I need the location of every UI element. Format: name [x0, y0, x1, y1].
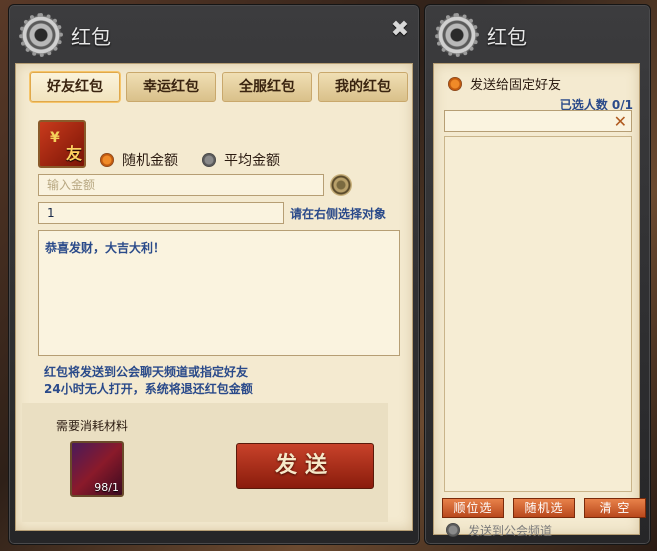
material-label: 需要消耗材料	[56, 419, 129, 433]
radio-unselected-icon	[202, 153, 216, 167]
gear-icon	[435, 13, 479, 57]
selection-button-row: 顺位选 随机选 清 空	[442, 498, 646, 518]
message-textarea[interactable]: 恭喜发财，大吉大利！	[38, 230, 400, 356]
send-button[interactable]: 发送	[236, 443, 374, 489]
window-title: 红包	[487, 25, 527, 49]
info-note-line1: 红包将发送到公会聊天频道或指定好友	[44, 365, 249, 379]
radio-average-label: 平均金额	[224, 153, 280, 169]
material-count: 98/1	[94, 481, 119, 494]
radio-random-amount[interactable]: 随机金额	[100, 150, 178, 170]
tab-lucky-packet[interactable]: 幸运红包	[126, 72, 216, 102]
tab-friend-packet[interactable]: 好友红包	[30, 72, 120, 102]
close-icon[interactable]: ✖	[389, 19, 411, 41]
title-bar: 红包	[425, 5, 650, 59]
tab-my-packet[interactable]: 我的红包	[318, 72, 408, 102]
sequential-select-button[interactable]: 顺位选	[442, 498, 504, 518]
info-note-line2: 24小时无人打开，系统将退还红包金额	[44, 382, 253, 396]
target-panel: 发送给固定好友 已选人数 0/1 ✕ 顺位选 随机选 清 空 发送到公会频道	[433, 63, 646, 538]
radio-unselected-icon	[446, 523, 460, 537]
radio-selected-icon	[448, 77, 462, 91]
guild-channel-label: 发送到公会频道	[468, 524, 553, 538]
item-icon-text: 友	[65, 144, 82, 163]
material-item-icon[interactable]: 98/1	[70, 441, 124, 497]
clear-search-icon[interactable]: ✕	[614, 112, 627, 131]
title-bar: 红包 ✖	[9, 5, 419, 59]
red-packet-window: 红包 ✖ 好友红包 幸运红包 全服红包 我的红包 ¥ 友 随机金额 平均金额 输…	[8, 4, 420, 545]
fixed-friend-label: 发送给固定好友	[470, 78, 562, 93]
radio-average-amount[interactable]: 平均金额	[202, 150, 280, 170]
content-panel: 好友红包 幸运红包 全服红包 我的红包 ¥ 友 随机金额 平均金额 输入金额 1…	[15, 63, 413, 531]
coin-icon[interactable]	[330, 174, 352, 196]
window-title: 红包	[71, 25, 111, 49]
material-section: 需要消耗材料 98/1 发送	[22, 403, 388, 522]
radio-selected-icon	[100, 153, 114, 167]
radio-fixed-friend[interactable]: 发送给固定好友	[448, 74, 561, 93]
radio-random-label: 随机金额	[122, 153, 178, 169]
random-select-button[interactable]: 随机选	[513, 498, 575, 518]
gear-icon	[19, 13, 63, 57]
count-input[interactable]: 1	[38, 202, 284, 224]
friend-packet-icon: ¥ 友	[38, 120, 86, 168]
friend-search-input[interactable]: ✕	[444, 110, 632, 132]
target-select-window: 红包 发送给固定好友 已选人数 0/1 ✕ 顺位选 随机选 清 空 发送到公会频…	[424, 4, 651, 545]
radio-guild-channel[interactable]: 发送到公会频道	[446, 522, 552, 539]
tab-server-packet[interactable]: 全服红包	[222, 72, 312, 102]
select-target-hint: 请在右侧选择对象	[290, 207, 387, 221]
friend-list[interactable]	[444, 136, 632, 492]
tab-bar: 好友红包 幸运红包 全服红包 我的红包	[30, 72, 408, 102]
amount-input[interactable]: 输入金额	[38, 174, 324, 196]
clear-button[interactable]: 清 空	[584, 498, 646, 518]
